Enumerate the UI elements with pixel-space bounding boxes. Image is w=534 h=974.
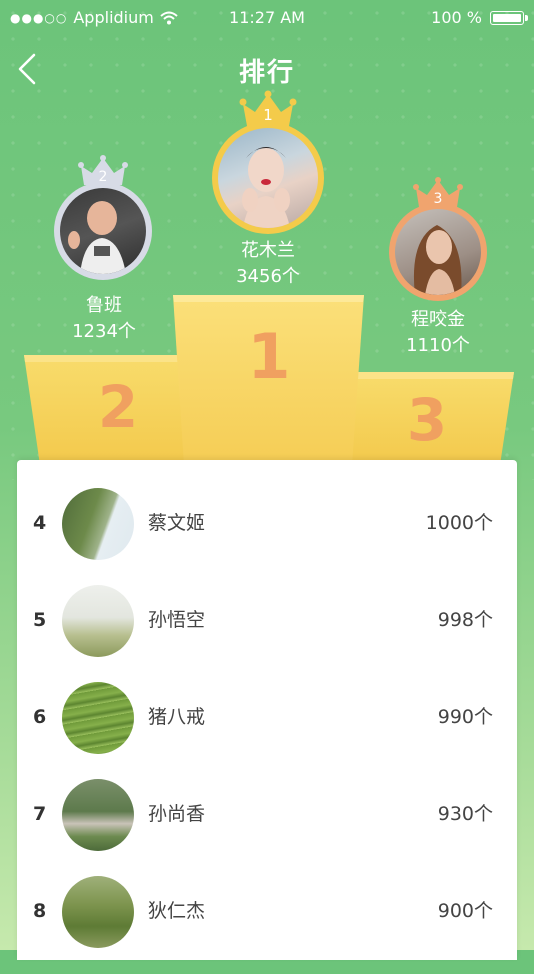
- list-avatar: [62, 779, 134, 851]
- list-score: 900个: [437, 900, 493, 922]
- podium-third[interactable]: 3 程咬金 1110个: [378, 177, 498, 357]
- podium-number-1: 1: [247, 320, 290, 393]
- avatar-first: [218, 128, 318, 228]
- podium-number-3: 3: [407, 386, 447, 454]
- podium-score-3: 1110个: [406, 335, 470, 356]
- podium-name-3: 程咬金: [411, 309, 465, 330]
- battery-icon: [490, 10, 528, 25]
- avatar-second: [60, 188, 146, 274]
- list-avatar: [62, 488, 134, 560]
- avatar-third: [395, 209, 481, 295]
- list-item[interactable]: 5 孙悟空 998个: [17, 557, 517, 657]
- podium-first[interactable]: 1 花木兰 3456个: [195, 90, 341, 290]
- list-avatar: [62, 682, 134, 754]
- podium-name-1: 花木兰: [241, 240, 295, 261]
- list-item[interactable]: 8 狄仁杰 900个: [17, 848, 517, 948]
- list-item[interactable]: 7 孙尚香 930个: [17, 751, 517, 851]
- ranking-list: 4 蔡文姬 1000个 5 孙悟空 998个 6 猪八戒 990个 7 孙尚香 …: [17, 460, 517, 960]
- podium-number-2: 2: [98, 373, 138, 441]
- battery-percent: 100 %: [431, 8, 482, 27]
- podium-name-2: 鲁班: [86, 295, 122, 316]
- podium-score-2: 1234个: [72, 321, 136, 342]
- list-avatar: [62, 876, 134, 948]
- page-title: 排行: [238, 58, 295, 88]
- list-avatar: [62, 585, 134, 657]
- list-item[interactable]: 4 蔡文姬 1000个: [17, 460, 517, 560]
- list-item[interactable]: 6 猪八戒 990个: [17, 654, 517, 754]
- list-rank: 8: [33, 900, 47, 922]
- podium-second[interactable]: 2 鲁班 1234个: [44, 155, 164, 345]
- podium-score-1: 3456个: [236, 266, 300, 287]
- list-name: 狄仁杰: [148, 900, 206, 922]
- status-right: 100 %: [431, 8, 528, 27]
- status-bar: ●●●○○ Applidium 11:27 AM 100 %: [0, 0, 534, 34]
